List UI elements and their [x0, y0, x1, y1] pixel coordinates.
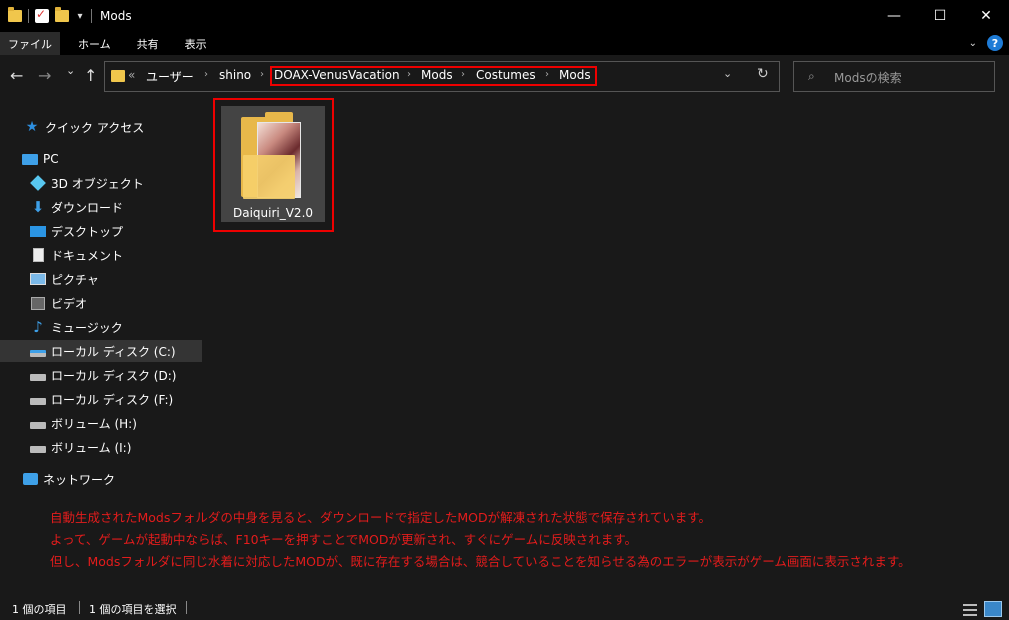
- star-icon: ★: [25, 119, 39, 135]
- refresh-button[interactable]: ↻: [757, 66, 769, 82]
- customize-toolbar-icon[interactable]: ▾: [75, 11, 85, 22]
- breadcrumb-doax[interactable]: DOAX-VenusVacation: [274, 68, 400, 82]
- expand-ribbon-icon[interactable]: ⌄: [969, 38, 977, 49]
- breadcrumb-separator[interactable]: ›: [407, 69, 411, 80]
- tab-view[interactable]: 表示: [177, 32, 215, 55]
- network-icon: [22, 472, 38, 486]
- close-button[interactable]: ✕: [963, 0, 1009, 32]
- breadcrumb-separator[interactable]: ›: [461, 69, 465, 80]
- sidebar-item-network[interactable]: ネットワーク: [0, 468, 205, 490]
- minimize-button[interactable]: —: [871, 0, 917, 32]
- search-placeholder: Modsの検索: [834, 71, 902, 85]
- sidebar-item-label: ネットワーク: [43, 472, 116, 487]
- tab-home[interactable]: ホーム: [70, 32, 119, 55]
- drive-icon: [30, 416, 46, 430]
- title-bar: ▾ Mods — ☐ ✕: [0, 0, 1009, 32]
- download-icon: ⬇: [31, 198, 45, 216]
- status-divider: [79, 601, 80, 614]
- address-dropdown-button[interactable]: ⌄: [723, 67, 732, 80]
- drive-c-icon: [30, 344, 46, 358]
- folder-icon[interactable]: [8, 7, 22, 22]
- sidebar-item-label: ボリューム (H:): [51, 416, 137, 431]
- drive-icon: [30, 392, 46, 406]
- annotation-line-2: よって、ゲームが起動中ならば、F10キーを押すことでMODが更新され、すぐにゲー…: [50, 532, 637, 547]
- new-folder-icon[interactable]: [55, 7, 69, 22]
- annotation-line-3: 但し、Modsフォルダに同じ水着に対応したMODが、既に存在する場合は、競合して…: [50, 554, 911, 569]
- sidebar-item-label: ドキュメント: [51, 248, 124, 263]
- toolbar-divider: [91, 9, 92, 23]
- breadcrumb-separator[interactable]: ›: [204, 69, 208, 80]
- sidebar-item-pc[interactable]: PC: [0, 148, 205, 170]
- tab-share[interactable]: 共有: [129, 32, 167, 55]
- document-icon: [30, 248, 46, 262]
- sidebar-item-label: ローカル ディスク (F:): [51, 392, 174, 407]
- sidebar-item-label: ピクチャ: [51, 272, 99, 287]
- recent-locations-button[interactable]: ⌄: [66, 64, 75, 77]
- back-button[interactable]: ←: [10, 66, 23, 85]
- sidebar-item-label: ダウンロード: [51, 200, 124, 215]
- sidebar-item-label: デスクトップ: [51, 224, 124, 239]
- sidebar-item-documents[interactable]: ドキュメント: [0, 244, 205, 266]
- sidebar-item-label: PC: [43, 152, 59, 166]
- sidebar-item-label: クイック アクセス: [45, 120, 145, 135]
- details-view-button[interactable]: [961, 601, 979, 617]
- ribbon-tabs: ファイル ホーム 共有 表示 ⌄ ?: [0, 32, 1009, 55]
- selected-count: 1 個の項目を選択: [89, 603, 177, 616]
- up-button[interactable]: ↑: [84, 66, 97, 85]
- search-icon: ⌕: [808, 69, 815, 83]
- breadcrumb-overflow[interactable]: «: [128, 68, 135, 82]
- file-highlight-box: [213, 98, 334, 232]
- sidebar-item-quick-access[interactable]: ★ クイック アクセス: [0, 116, 205, 138]
- sidebar-item-drive-d[interactable]: ローカル ディスク (D:): [0, 364, 205, 386]
- sidebar-item-downloads[interactable]: ⬇ ダウンロード: [0, 196, 205, 218]
- sidebar-item-desktop[interactable]: デスクトップ: [0, 220, 205, 242]
- breadcrumb-users[interactable]: ユーザー: [146, 68, 194, 85]
- folder-icon: [111, 70, 125, 82]
- music-icon: ♪: [33, 318, 43, 336]
- breadcrumb-separator[interactable]: ›: [260, 69, 264, 80]
- large-icons-view-button[interactable]: [984, 601, 1002, 617]
- pc-icon: [22, 152, 38, 166]
- search-box[interactable]: ⌕ Modsの検索: [793, 61, 995, 92]
- breadcrumb-shino[interactable]: shino: [219, 68, 251, 82]
- breadcrumb-costumes[interactable]: Costumes: [476, 68, 536, 82]
- sidebar-item-label: ローカル ディスク (D:): [51, 368, 177, 383]
- quick-access-toolbar: ▾: [8, 0, 92, 32]
- annotation-line-1: 自動生成されたModsフォルダの中身を見ると、ダウンロードで指定したMODが解凍…: [50, 510, 712, 525]
- breadcrumb-separator[interactable]: ›: [545, 69, 549, 80]
- sidebar-item-label: ボリューム (I:): [51, 440, 132, 455]
- sidebar-item-videos[interactable]: ビデオ: [0, 292, 205, 314]
- sidebar-item-label: ローカル ディスク (C:): [51, 344, 176, 359]
- breadcrumb-mods[interactable]: Mods: [421, 68, 453, 82]
- status-divider: [186, 601, 187, 614]
- sidebar-item-label: 3D オブジェクト: [51, 176, 144, 191]
- drive-icon: [30, 368, 46, 382]
- forward-button[interactable]: →: [38, 66, 51, 85]
- 3d-objects-icon: [30, 175, 46, 191]
- sidebar-item-volume-h[interactable]: ボリューム (H:): [0, 412, 205, 434]
- breadcrumb-current-mods[interactable]: Mods: [559, 68, 591, 82]
- sidebar-item-label: ミュージック: [51, 320, 123, 335]
- window-controls: — ☐ ✕: [871, 0, 1009, 32]
- sidebar-item-music[interactable]: ♪ ミュージック: [0, 316, 205, 338]
- sidebar-item-volume-i[interactable]: ボリューム (I:): [0, 436, 205, 458]
- sidebar-item-drive-c[interactable]: ローカル ディスク (C:): [0, 340, 202, 362]
- desktop-icon: [30, 224, 46, 238]
- pictures-icon: [30, 272, 46, 286]
- sidebar-item-pictures[interactable]: ピクチャ: [0, 268, 205, 290]
- sidebar-item-3d-objects[interactable]: 3D オブジェクト: [0, 172, 205, 194]
- tab-file[interactable]: ファイル: [0, 32, 60, 55]
- sidebar-item-label: ビデオ: [51, 296, 88, 311]
- item-count: 1 個の項目: [12, 603, 67, 616]
- toolbar-divider: [28, 9, 29, 23]
- video-icon: [30, 296, 46, 310]
- window-title: Mods: [100, 9, 132, 23]
- help-icon[interactable]: ?: [987, 35, 1003, 51]
- status-bar: 1 個の項目 1 個の項目を選択: [0, 597, 1009, 620]
- maximize-button[interactable]: ☐: [917, 0, 963, 32]
- drive-icon: [30, 440, 46, 454]
- sidebar-item-drive-f[interactable]: ローカル ディスク (F:): [0, 388, 205, 410]
- properties-icon[interactable]: [35, 7, 49, 23]
